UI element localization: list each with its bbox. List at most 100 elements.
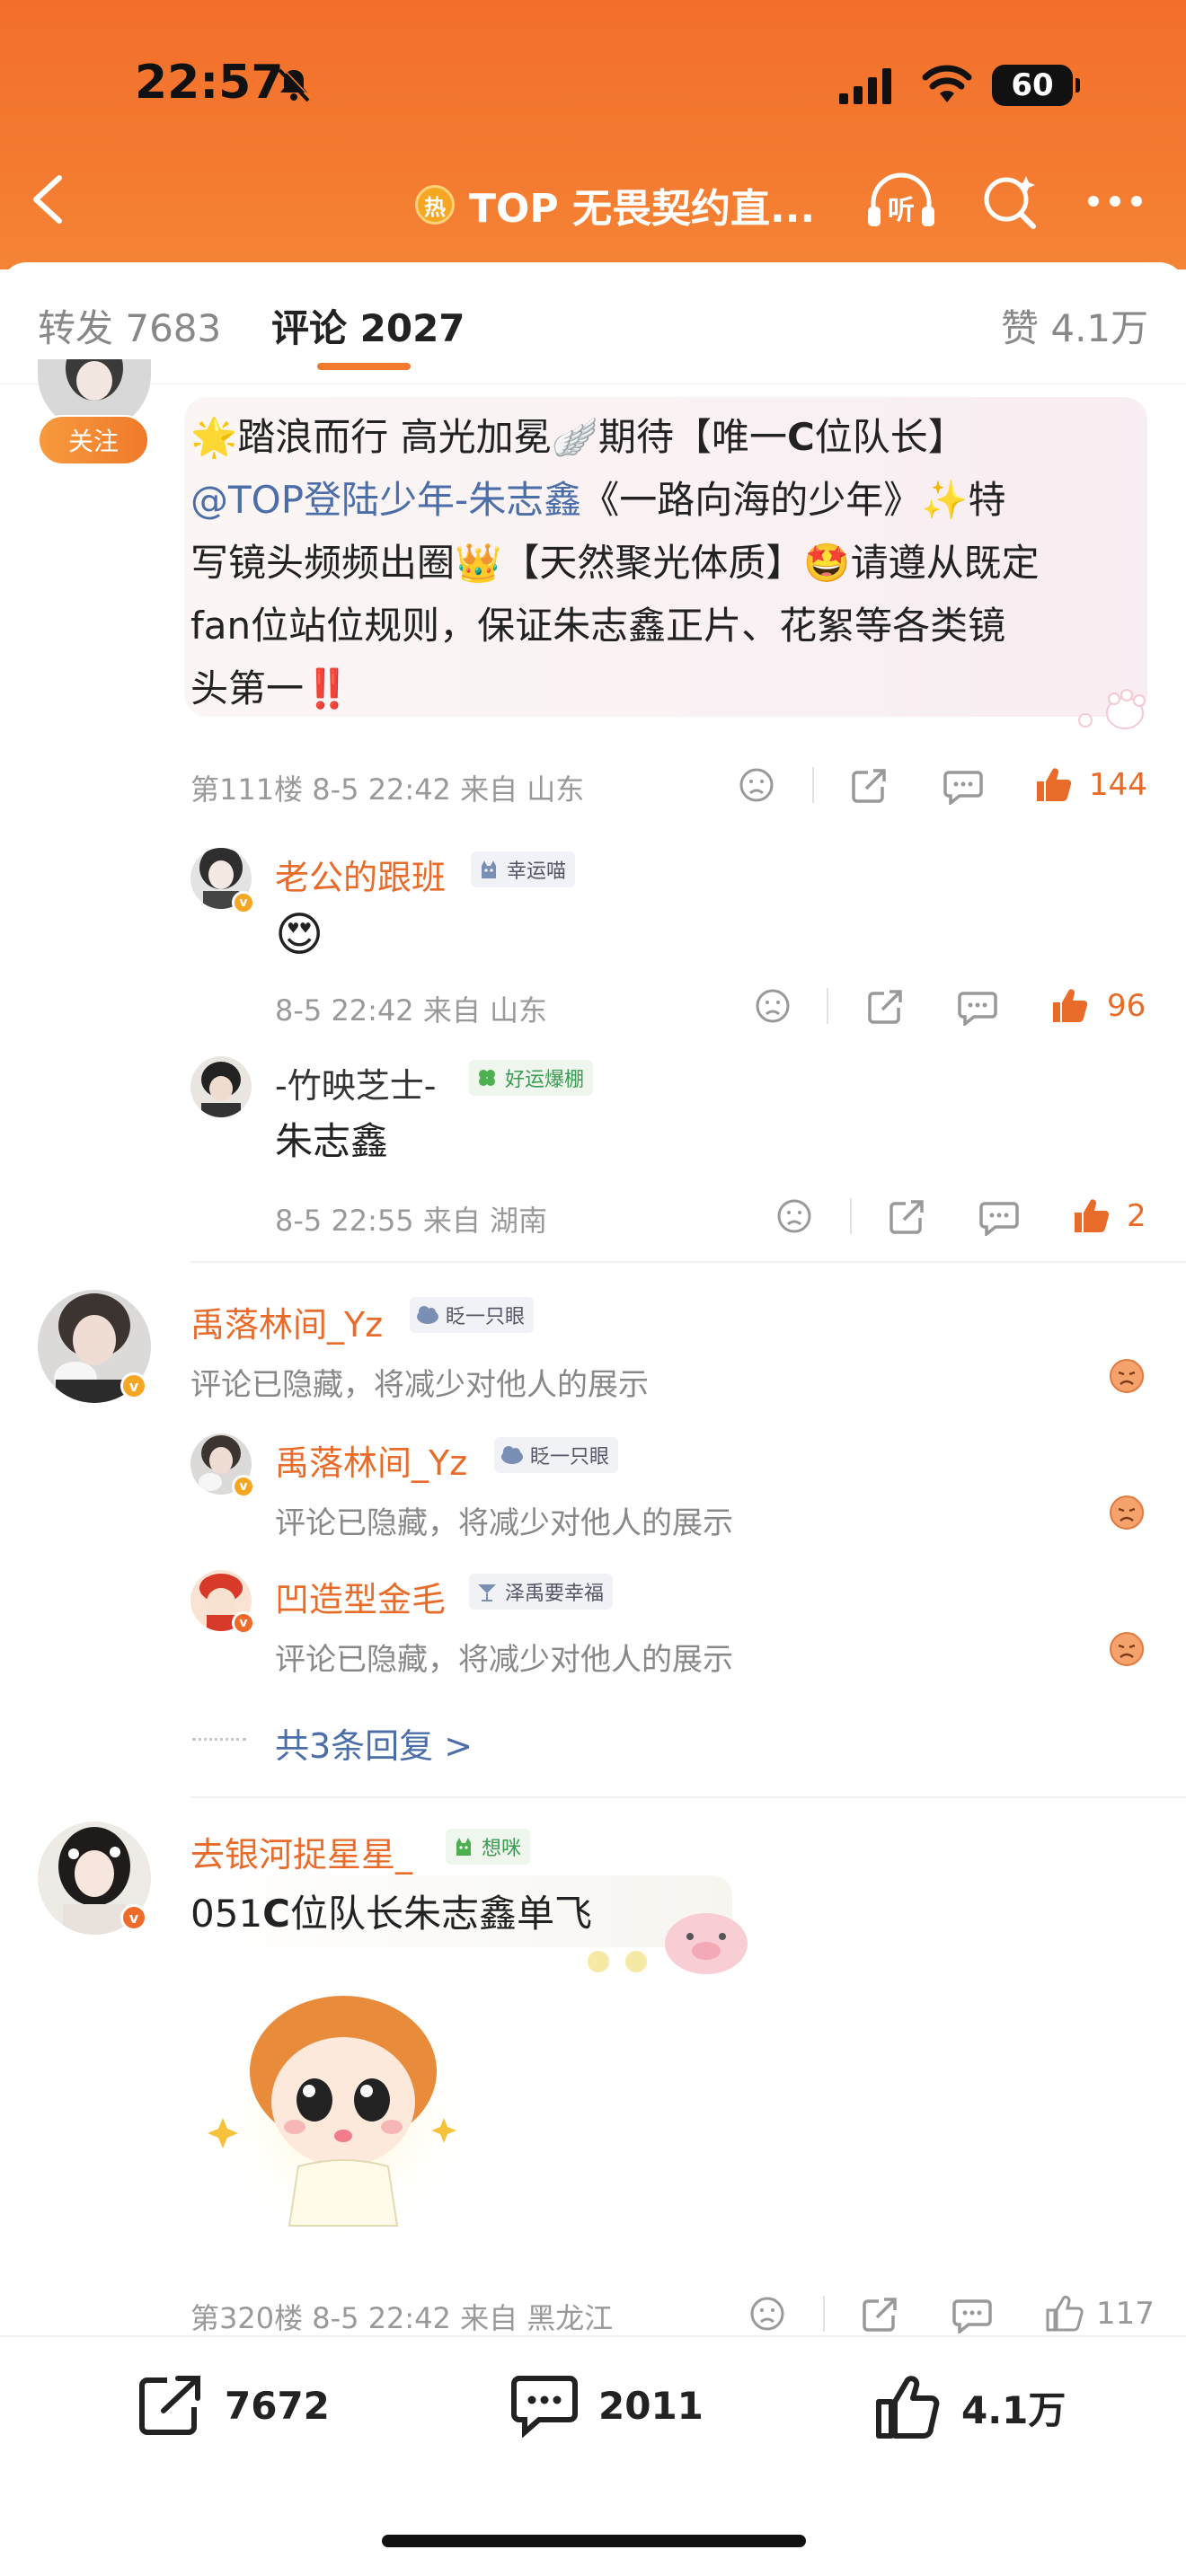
wing-emoji-icon: 🪽 <box>551 415 598 459</box>
divider-vertical <box>827 988 828 1024</box>
repost-button[interactable]: 7672 <box>137 2373 330 2438</box>
comment-username[interactable]: 去银河捉星星_ <box>190 1827 412 1876</box>
fan-badge: 眨一只眼 <box>494 1437 619 1473</box>
share-icon[interactable] <box>861 2296 898 2333</box>
repost-count: 7672 <box>225 2383 330 2428</box>
reply-username[interactable]: 凹造型金毛 <box>275 1572 446 1621</box>
follow-button[interactable]: 关注 <box>38 415 149 465</box>
wifi-icon <box>922 65 972 104</box>
repost-icon <box>139 2376 200 2435</box>
comment-button[interactable]: 2011 <box>510 2373 704 2438</box>
avatar[interactable] <box>190 1056 252 1117</box>
star-emoji-icon: 🌟 <box>190 415 238 459</box>
like-count: 144 <box>1089 767 1147 803</box>
search-icon[interactable] <box>979 171 1042 234</box>
share-icon[interactable] <box>866 988 904 1026</box>
signal-icon <box>839 68 897 104</box>
reply-meta: 8-5 22:42 来自 山东 <box>275 993 548 1028</box>
more-options-icon[interactable] <box>1085 185 1145 217</box>
fan-badge: 想咪 <box>446 1829 531 1865</box>
liked-thumb-icon[interactable] <box>1071 1196 1111 1236</box>
heart-eyes-emoji-icon: 😍 <box>275 908 324 962</box>
view-more-replies-link[interactable]: 共3条回复 > <box>275 1718 473 1768</box>
cat-badge-icon <box>482 860 496 878</box>
fan-badge: 泽禹要幸福 <box>469 1574 614 1610</box>
like-thumb-icon <box>876 2376 940 2439</box>
hidden-comment-notice: 评论已隐藏，将减少对他人的展示 <box>275 1505 733 1541</box>
hidden-comment-notice: 评论已隐藏，将减少对他人的展示 <box>190 1367 649 1403</box>
comment-text: 🌟踏浪而行 高光加冕🪽期待【唯一C位队长】 @TOP登陆少年-朱志鑫《一路向海的… <box>190 415 1040 710</box>
reply-username[interactable]: 老公的跟班 <box>275 850 446 899</box>
tab-active-underline <box>317 363 411 370</box>
reply-username[interactable]: -竹映芝士- <box>275 1058 436 1107</box>
reply-meta: 8-5 22:55 来自 湖南 <box>275 1204 548 1238</box>
verified-badge-icon: v <box>232 891 255 914</box>
crown-emoji-icon: 👑 <box>455 541 502 585</box>
dislike-face-icon[interactable] <box>739 767 774 803</box>
reply-icon[interactable] <box>958 990 997 1026</box>
star-struck-emoji-icon: 🤩 <box>803 541 851 585</box>
sad-face-icon <box>1110 1495 1144 1530</box>
home-indicator <box>382 2535 806 2547</box>
reply-text: 朱志鑫 <box>275 1119 389 1163</box>
verified-badge-icon: v <box>120 1904 147 1931</box>
mute-bell-icon <box>278 66 312 102</box>
liked-thumb-icon[interactable] <box>1033 765 1073 805</box>
comment-meta: 第320楼 8-5 22:42 来自 黑龙江 <box>190 2301 614 2335</box>
top-header: 22:57 60 热 TOP 无畏契约直... 听 <box>0 0 1186 269</box>
sparkles-emoji-icon: ✨ <box>921 478 969 522</box>
cocktail-badge-icon <box>478 1584 496 1601</box>
like-count-total: 4.1万 <box>961 2387 1067 2432</box>
verified-badge-icon: v <box>120 1372 147 1399</box>
reply-icon[interactable] <box>943 769 983 805</box>
hidden-comment-notice: 评论已隐藏，将减少对他人的展示 <box>275 1642 733 1678</box>
dotted-leader <box>192 1738 246 1741</box>
share-icon[interactable] <box>888 1198 925 1236</box>
like-thumb-icon[interactable] <box>1044 2294 1084 2333</box>
back-arrow-icon[interactable] <box>25 172 70 226</box>
status-time: 22:57 <box>135 56 284 110</box>
share-icon[interactable] <box>850 767 888 805</box>
divider-vertical <box>850 1198 852 1234</box>
liked-thumb-icon[interactable] <box>1049 986 1089 1026</box>
divider-vertical <box>823 2296 825 2332</box>
reply-icon[interactable] <box>952 2298 992 2333</box>
sad-face-icon <box>1110 1359 1144 1393</box>
reply-username[interactable]: 禹落林间_Yz <box>275 1435 467 1485</box>
dislike-face-icon[interactable] <box>755 988 791 1024</box>
tab-repost[interactable]: 转发 7683 <box>38 298 221 353</box>
page-title: TOP 无畏契约直... <box>469 186 816 232</box>
wink-cloud-badge-icon <box>501 1446 523 1464</box>
cartoon-girl-sticker <box>190 1983 478 2253</box>
listen-headphones-icon[interactable]: 听 <box>864 169 938 232</box>
svg-text:听: 听 <box>888 195 915 226</box>
battery-indicator: 60 <box>992 65 1080 106</box>
verified-badge-icon: v <box>232 1611 255 1635</box>
hot-badge: 热 <box>415 185 455 225</box>
section-divider <box>190 1261 1186 1263</box>
like-button[interactable]: 4.1万 <box>873 2373 1066 2441</box>
comment-tabs: 转发 7683 评论 2027 赞 4.1万 <box>0 262 1186 384</box>
like-count: 96 <box>1107 988 1146 1024</box>
clover-badge-icon <box>479 1070 495 1086</box>
dislike-face-icon[interactable] <box>776 1198 812 1234</box>
tab-likes[interactable]: 赞 4.1万 <box>1001 298 1148 353</box>
verified-badge-icon: v <box>232 1475 255 1498</box>
fan-badge: 好运爆棚 <box>469 1060 594 1096</box>
reply-icon[interactable] <box>979 1200 1019 1236</box>
paw-sticker-icon <box>1071 686 1154 733</box>
mention-link[interactable]: @TOP登陆少年-朱志鑫 <box>190 478 581 522</box>
wink-cloud-badge-icon <box>417 1306 438 1324</box>
comment-count: 2011 <box>598 2383 704 2428</box>
comment-username[interactable]: 禹落林间_Yz <box>190 1297 383 1346</box>
tab-comments[interactable]: 评论 2027 <box>271 298 465 353</box>
comment-meta: 第111楼 8-5 22:42 来自 山东 <box>190 772 585 807</box>
pig-sticker-icon <box>575 1904 755 1980</box>
sad-face-icon <box>1110 1632 1144 1666</box>
fan-badge: 眨一只眼 <box>410 1297 535 1333</box>
nav-title-group: 热 TOP 无畏契约直... <box>415 176 815 234</box>
comment-text: 051C位队长朱志鑫单飞 <box>190 1892 593 1936</box>
comment-bubble-icon <box>511 2376 578 2438</box>
section-divider <box>190 1796 1186 1798</box>
dislike-face-icon[interactable] <box>749 2296 785 2332</box>
